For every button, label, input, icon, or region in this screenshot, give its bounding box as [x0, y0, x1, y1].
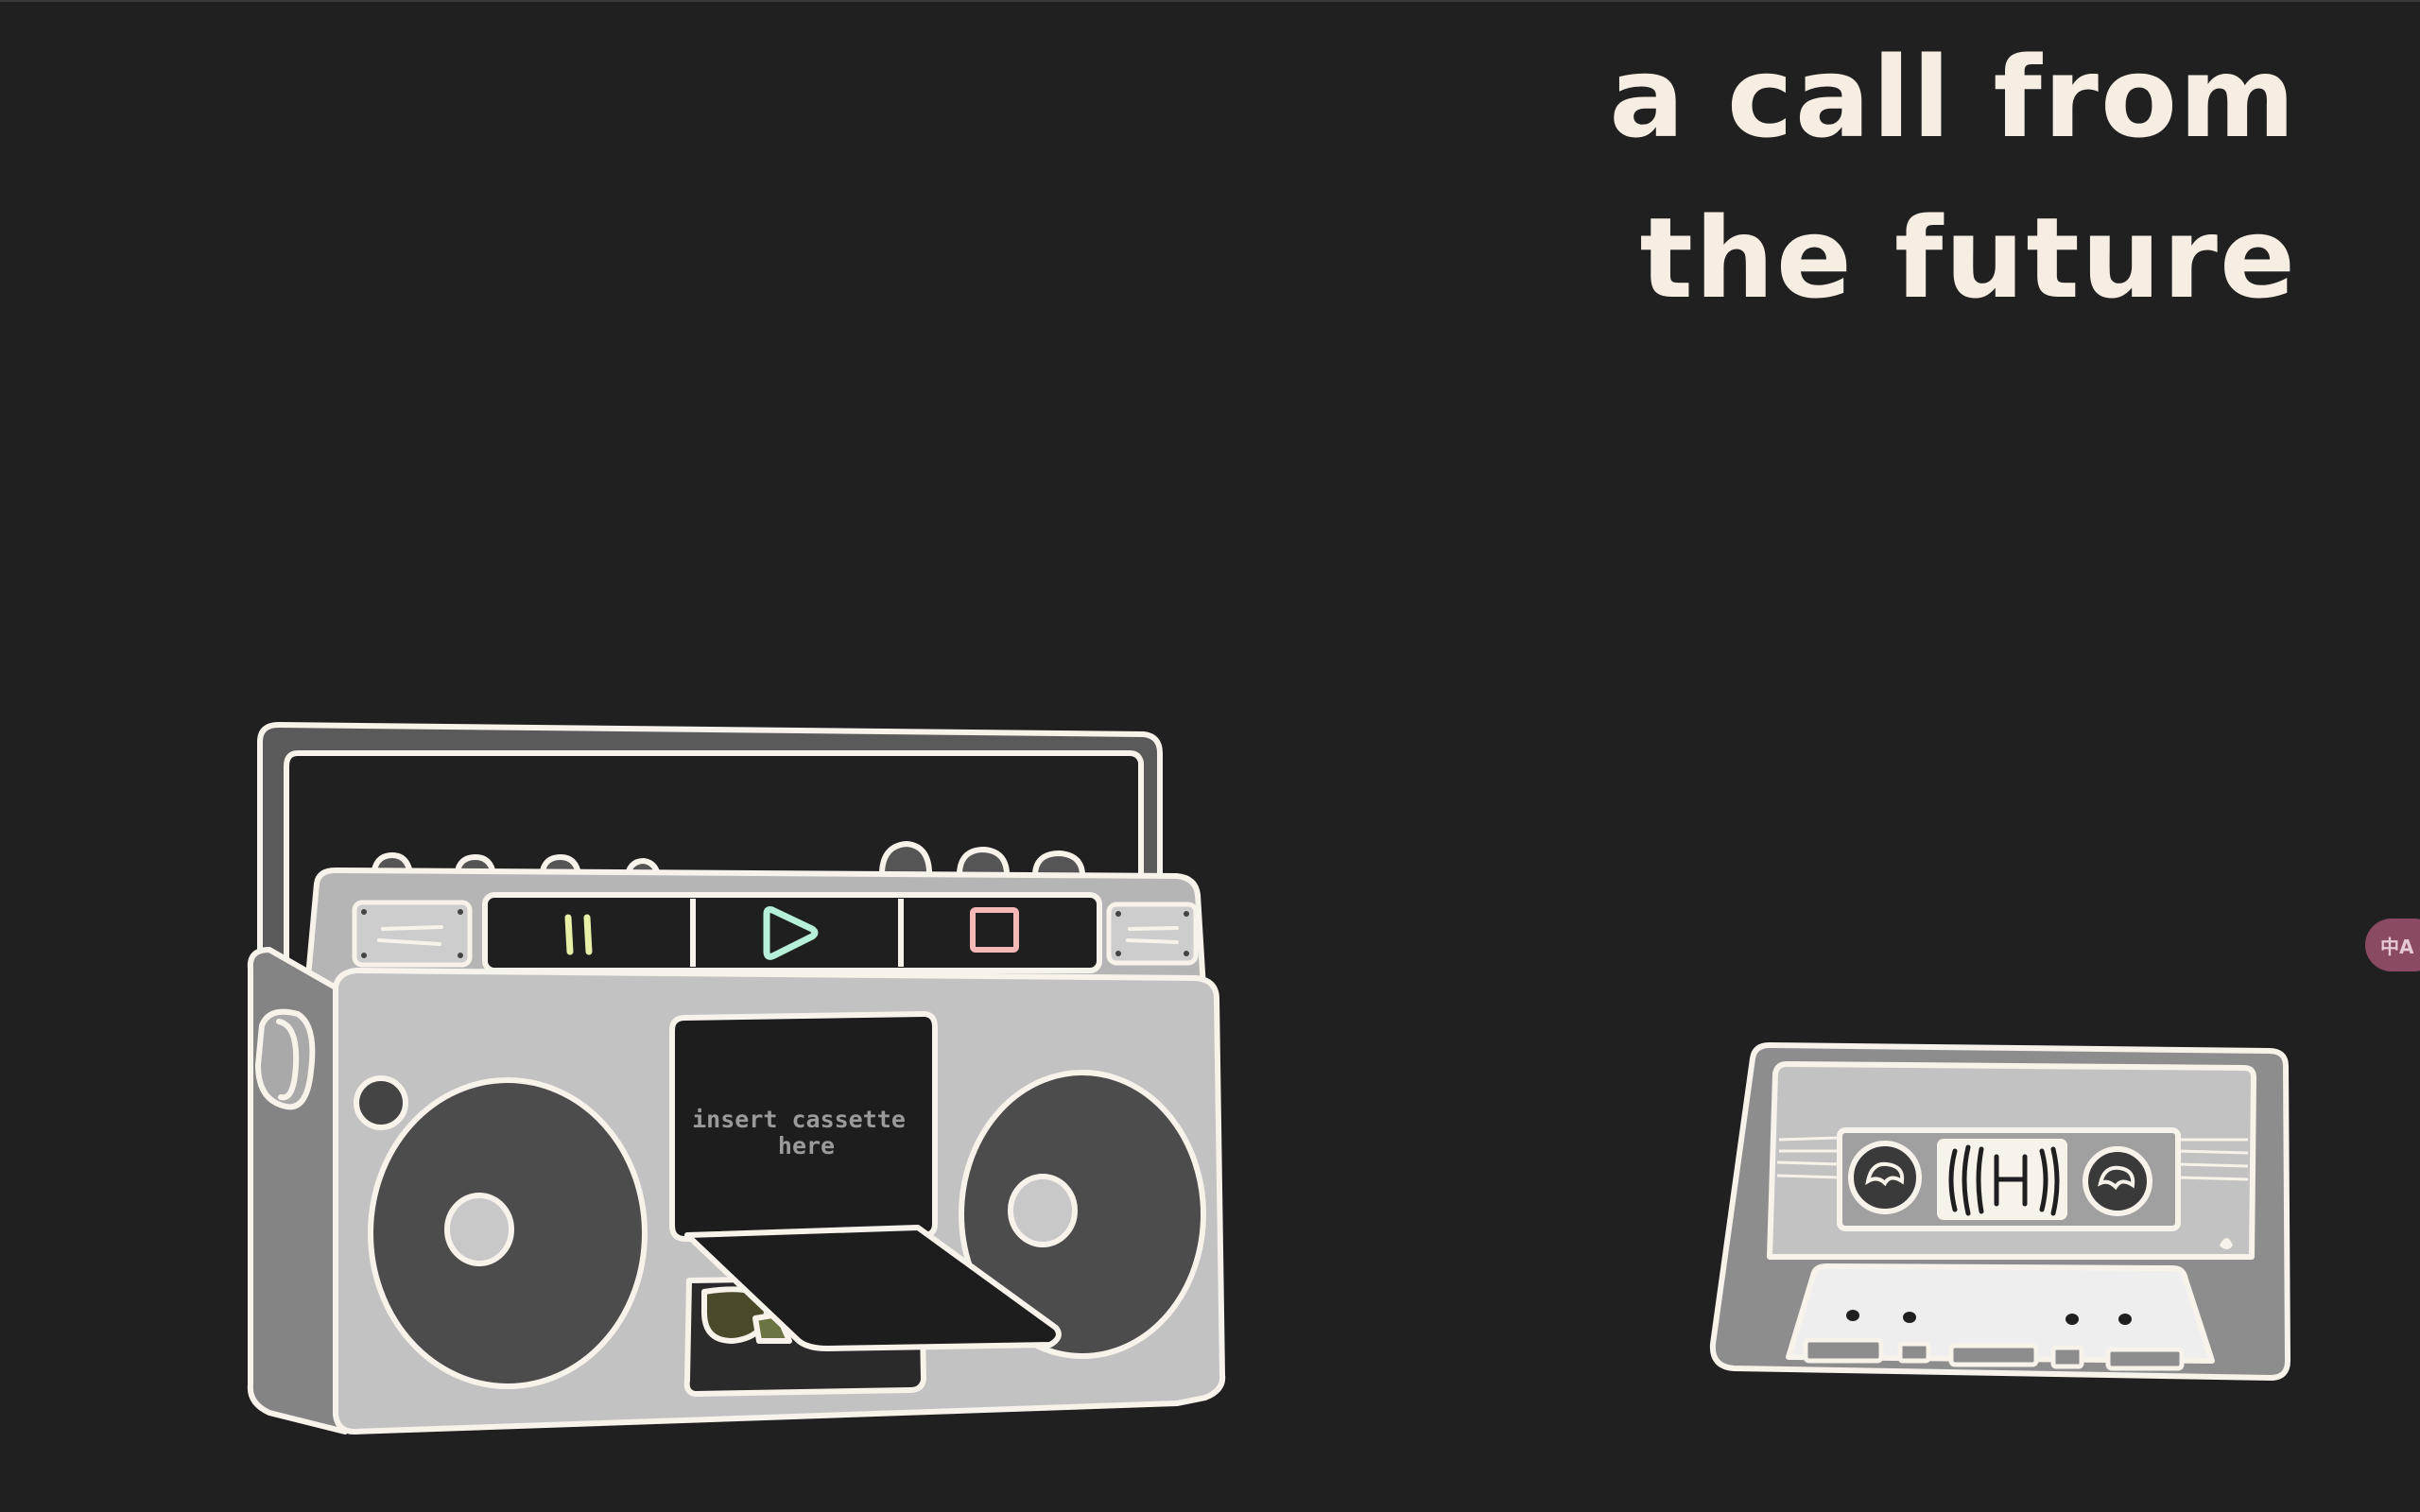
pause-button[interactable]	[489, 899, 689, 967]
insert-cassette-label-2: here	[778, 1132, 835, 1160]
stop-button[interactable]	[905, 899, 1096, 967]
insert-cassette-label-1: insert cassette	[692, 1106, 906, 1133]
page-title: a call from the future	[1609, 17, 2297, 338]
boombox-illustration: insert cassette here	[247, 722, 1226, 1435]
title-line-2: the future	[1639, 193, 2297, 323]
translate-button[interactable]: 中A	[2365, 919, 2420, 971]
cassette-right-reel	[2083, 1146, 2152, 1216]
cassette-tape-icon[interactable]	[1702, 1040, 2297, 1389]
top-border	[0, 0, 2420, 2]
play-button[interactable]	[697, 899, 897, 967]
right-speaker-cone	[1008, 1174, 1078, 1247]
translate-icon: 中A	[2380, 935, 2414, 958]
title-line-1: a call from	[1609, 32, 2297, 163]
left-speaker-cone	[444, 1193, 514, 1266]
cassette-left-reel	[1848, 1141, 1922, 1214]
